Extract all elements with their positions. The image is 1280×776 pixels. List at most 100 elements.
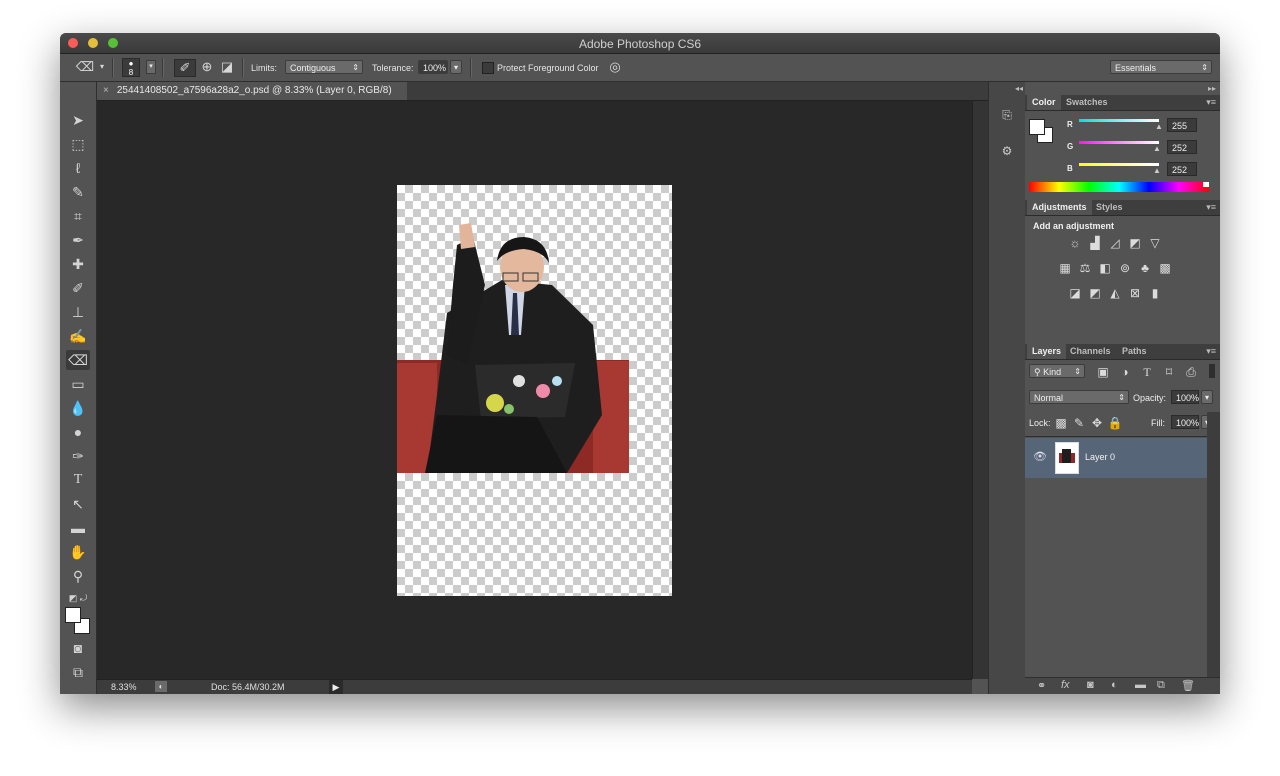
eraser-tool-icon[interactable]: ⌫ (66, 350, 90, 370)
new-adjustment-layer-icon[interactable]: ◐ (1111, 679, 1118, 691)
layer-style-fx-icon[interactable]: fx (1061, 679, 1070, 691)
canvas-area[interactable] (97, 101, 1032, 679)
zoom-tool-icon[interactable]: ⚲ (66, 566, 90, 586)
slider-r-thumb-icon[interactable]: ▲ (1155, 122, 1163, 131)
canvas-vertical-scrollbar[interactable] (972, 101, 988, 679)
screen-mode-icon[interactable]: ⧉ (66, 662, 90, 682)
layer-filter-select[interactable]: ⚲ Kind ⇕ (1029, 364, 1085, 378)
new-group-icon[interactable]: ▬ (1135, 679, 1146, 691)
lock-position-icon[interactable]: ✥ (1089, 416, 1105, 430)
brush-tool-icon[interactable]: ✐ (66, 278, 90, 298)
layer-thumbnail[interactable] (1055, 442, 1079, 474)
move-tool-icon[interactable]: ➤ (66, 110, 90, 130)
status-menu-arrow-icon[interactable]: ▶ (329, 680, 343, 694)
channel-g-slider[interactable] (1079, 141, 1159, 144)
history-brush-tool-icon[interactable]: ✍ (66, 326, 90, 346)
lock-all-icon[interactable]: 🔒 (1107, 416, 1123, 430)
color-lookup-icon[interactable]: ▩ (1157, 261, 1173, 275)
collapse-dock-icon[interactable]: ◂◂ (1015, 84, 1023, 93)
layer-visibility-eye-icon[interactable]: 👁 (1033, 450, 1047, 463)
tool-preset-dropdown-icon[interactable]: ▾ (98, 59, 106, 75)
black-white-icon[interactable]: ◧ (1097, 261, 1113, 275)
tab-channels[interactable]: Channels (1065, 344, 1116, 359)
tab-color[interactable]: Color (1027, 95, 1061, 110)
close-document-icon[interactable]: × (103, 85, 109, 96)
limits-select[interactable]: Contiguous ⇕ (285, 60, 363, 74)
gradient-map-icon[interactable]: ▮ (1147, 286, 1163, 300)
rectangle-tool-icon[interactable]: ▬ (66, 518, 90, 538)
lock-transparent-icon[interactable]: ▩ (1053, 416, 1069, 430)
invert-icon[interactable]: ◪ (1067, 286, 1083, 300)
tab-styles[interactable]: Styles (1091, 200, 1128, 215)
tolerance-dropdown-icon[interactable]: ▾ (450, 60, 462, 74)
dodge-tool-icon[interactable]: ● (66, 422, 90, 442)
tolerance-input[interactable]: 100% (418, 60, 448, 74)
tab-paths[interactable]: Paths (1117, 344, 1152, 359)
type-tool-icon[interactable]: T (66, 470, 90, 490)
layer-row[interactable]: 👁 Layer 0 (1025, 438, 1207, 478)
threshold-icon[interactable]: ◭ (1107, 286, 1123, 300)
marquee-tool-icon[interactable]: ⬚ (66, 134, 90, 154)
document-canvas[interactable] (397, 185, 672, 596)
sampling-continuous-icon[interactable]: ✐ (174, 59, 196, 77)
blur-tool-icon[interactable]: 💧 (66, 398, 90, 418)
opacity-input[interactable]: 100% (1171, 390, 1199, 404)
color-spectrum-ramp[interactable] (1029, 182, 1209, 192)
quick-mask-icon[interactable]: ◙ (66, 638, 90, 658)
blend-mode-select[interactable]: Normal ⇕ (1029, 390, 1129, 404)
curves-icon[interactable]: ◿ (1107, 236, 1123, 250)
slider-b-thumb-icon[interactable]: ▲ (1153, 166, 1161, 175)
tab-adjustments[interactable]: Adjustments (1027, 200, 1092, 215)
channel-g-value[interactable]: 252 (1167, 140, 1197, 154)
filter-pixel-icon[interactable]: ▣ (1095, 365, 1111, 379)
background-eraser-tool-icon[interactable]: ⌫ (74, 59, 96, 75)
brush-size-picker[interactable]: ● 8 (122, 58, 140, 77)
zoom-level[interactable]: 8.33% (111, 682, 137, 692)
status-info-icon[interactable]: ◐ (155, 681, 167, 692)
clone-stamp-tool-icon[interactable]: ⊥ (66, 302, 90, 322)
channel-r-slider[interactable] (1079, 119, 1159, 122)
sampling-once-icon[interactable]: ⊕ (198, 59, 216, 75)
workspace-select[interactable]: Essentials ⇕ (1110, 60, 1212, 74)
link-layers-icon[interactable]: ⚭ (1037, 679, 1046, 692)
brush-dropdown-icon[interactable]: ▾ (146, 60, 156, 74)
channel-b-value[interactable]: 252 (1167, 162, 1197, 176)
tab-swatches[interactable]: Swatches (1061, 95, 1113, 110)
history-panel-icon[interactable]: ⎘ (997, 106, 1017, 124)
path-selection-tool-icon[interactable]: ↖ (66, 494, 90, 514)
hue-saturation-icon[interactable]: ▦ (1057, 261, 1073, 275)
filter-adjustment-icon[interactable]: ◑ (1117, 365, 1133, 379)
pen-tool-icon[interactable]: ✑ (66, 446, 90, 466)
hand-tool-icon[interactable]: ✋ (66, 542, 90, 562)
color-fg-swatch[interactable] (1029, 119, 1045, 135)
tablet-pressure-icon[interactable]: ◎ (606, 59, 624, 75)
brightness-contrast-icon[interactable]: ☼ (1067, 236, 1083, 250)
filter-type-icon[interactable]: T (1139, 365, 1155, 379)
panel-menu-icon[interactable]: ▾≡ (1206, 97, 1216, 108)
foreground-color-swatch[interactable] (65, 607, 81, 623)
levels-icon[interactable]: ▟ (1087, 236, 1103, 250)
document-tab[interactable]: × 25441408502_a7596a28a2_o.psd @ 8.33% (L… (97, 82, 407, 100)
delete-layer-icon[interactable]: 🗑 (1181, 679, 1195, 692)
panel-menu-icon[interactable]: ▾≡ (1206, 346, 1216, 357)
exposure-icon[interactable]: ◩ (1127, 236, 1143, 250)
expand-panels-icon[interactable]: ▸▸ (1208, 84, 1216, 93)
posterize-icon[interactable]: ◩ (1087, 286, 1103, 300)
properties-panel-icon[interactable]: ⚙ (997, 142, 1017, 160)
color-balance-icon[interactable]: ⚖ (1077, 261, 1093, 275)
fill-input[interactable]: 100% (1171, 415, 1199, 429)
slider-g-thumb-icon[interactable]: ▲ (1153, 144, 1161, 153)
add-mask-icon[interactable]: ◙ (1087, 679, 1094, 691)
filter-toggle[interactable] (1209, 364, 1215, 378)
sampling-background-swatch-icon[interactable]: ◪ (218, 59, 236, 75)
photo-filter-icon[interactable]: ⊚ (1117, 261, 1133, 275)
quick-selection-tool-icon[interactable]: ✎ (66, 182, 90, 202)
eyedropper-tool-icon[interactable]: ✒ (66, 230, 90, 250)
channel-b-slider[interactable] (1079, 163, 1159, 166)
layer-name[interactable]: Layer 0 (1085, 452, 1115, 462)
default-colors-icon[interactable]: ◩ ⤾ (66, 588, 90, 608)
gradient-tool-icon[interactable]: ▭ (66, 374, 90, 394)
filter-smart-object-icon[interactable]: ⎙ (1183, 365, 1199, 379)
filter-shape-icon[interactable]: ⌑ (1161, 365, 1177, 379)
selective-color-icon[interactable]: ⊠ (1127, 286, 1143, 300)
